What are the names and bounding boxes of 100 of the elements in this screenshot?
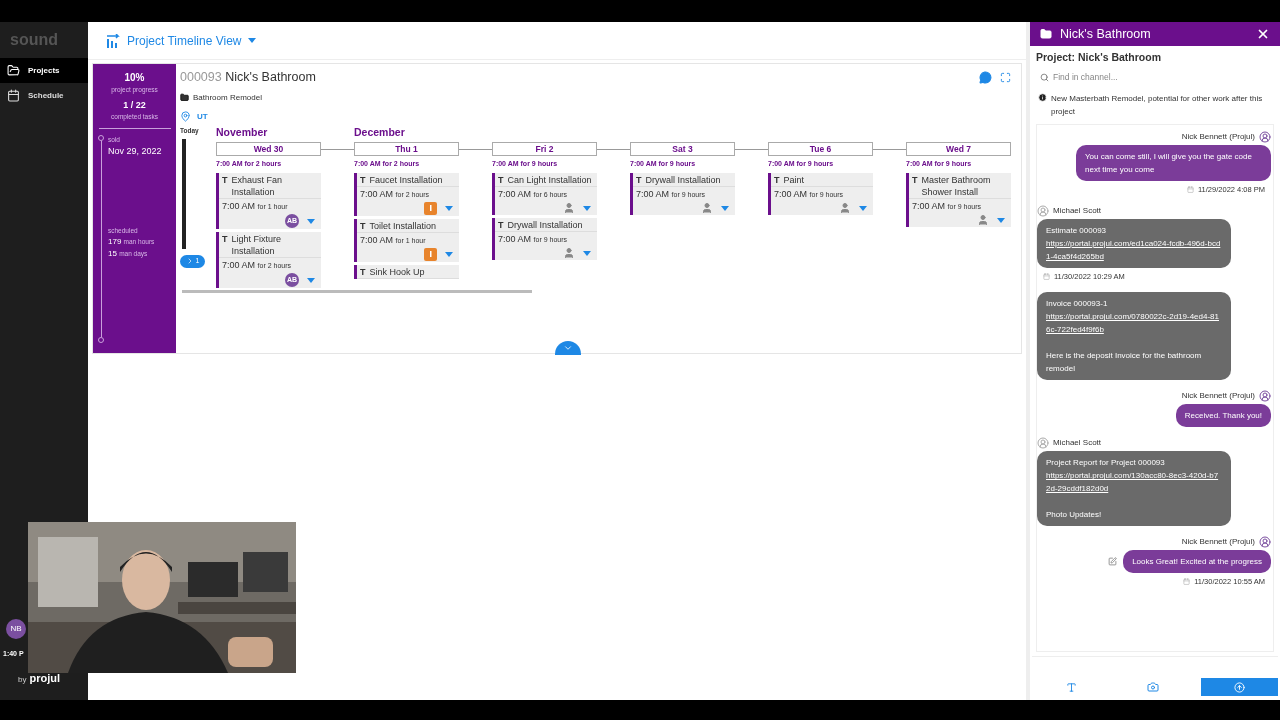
search-icon: [1040, 73, 1049, 83]
brand-logo: projul: [29, 670, 60, 686]
caret-icon[interactable]: [247, 38, 256, 43]
task-title: Drywall Installation: [507, 219, 583, 232]
message-link[interactable]: https://portal.projul.com/ed1ca024-fcdb-496d-bcd1-4ca5f4d265bd: [1046, 237, 1222, 263]
chevron-down-icon: [563, 343, 573, 353]
task-type-glyph: T: [636, 174, 642, 187]
day-header: Tue 6: [768, 141, 873, 156]
calendar-icon: [1187, 185, 1194, 193]
message-text: You can come still, I will give you the gate code next time you come: [1085, 150, 1253, 176]
month-label: November: [216, 125, 268, 139]
person-icon: [839, 202, 851, 215]
warning-badge-icon: [424, 202, 437, 216]
avatar-icon: [1259, 536, 1271, 549]
caret-icon[interactable]: [445, 206, 453, 212]
folder-icon: [1040, 28, 1052, 40]
footer-by: by: [18, 674, 27, 686]
folder-icon: [7, 64, 20, 77]
message-text: Received. Thank you!: [1184, 410, 1262, 423]
camera-icon[interactable]: [1147, 681, 1159, 693]
author-name: Nick Bennett (Projul): [1181, 130, 1255, 143]
task-title: Faucet Installation: [369, 174, 443, 187]
timeline-icon: [106, 33, 121, 48]
avatar-icon: [1037, 437, 1049, 450]
author-name: Michael Scott: [1053, 205, 1102, 217]
day-header: Thu 1: [354, 141, 459, 156]
caret-icon[interactable]: [307, 277, 315, 283]
location: UT: [197, 110, 208, 123]
location-pin-icon: [180, 111, 191, 123]
expand-button[interactable]: [555, 341, 581, 355]
progress-percent: 10%: [124, 71, 145, 85]
author-name: Nick Bennett (Projul): [1181, 390, 1255, 403]
task-title: Drywall Installation: [645, 174, 721, 187]
task-type-glyph: T: [360, 266, 366, 279]
task-title: Can Light Installation: [507, 174, 592, 187]
message-text: Photo Updates!: [1046, 509, 1103, 522]
author-name: Michael Scott: [1053, 437, 1102, 450]
info-icon: [1038, 92, 1047, 102]
task-type-glyph: T: [912, 174, 918, 187]
day-header: Sat 3: [630, 141, 735, 156]
message-text: Looks Great! Excited at the progress: [1132, 556, 1262, 569]
day-header: Wed 7: [906, 141, 1011, 156]
calendar-icon: [1043, 273, 1050, 281]
sold-date: Nov 29, 2022: [108, 144, 162, 158]
sidebar-item[interactable]: Schedule: [0, 83, 88, 108]
message-link[interactable]: https://portal.projul.com/130acc80-8ec3-420d-b72d-29cddf182d0d: [1046, 469, 1222, 496]
warning-badge-icon: [424, 248, 437, 262]
fullscreen-icon[interactable]: [1000, 71, 1011, 83]
pinned-note: New Masterbath Remodel, potential for other work after this project: [1051, 92, 1264, 118]
send-button[interactable]: [1201, 678, 1278, 696]
task-title: Light Fixture Installation: [231, 233, 283, 258]
avatar-icon: [1037, 205, 1049, 217]
text-format-icon[interactable]: [1066, 681, 1077, 693]
task-card[interactable]: T Sink Hook Up: [354, 265, 459, 280]
task-type-glyph: T: [498, 174, 504, 187]
project-type: Bathroom Remodel: [193, 91, 262, 104]
user-avatar[interactable]: NB: [6, 619, 26, 639]
day-header: Fri 2: [492, 141, 597, 156]
calendar-icon: [7, 89, 20, 102]
message-text: Invoice 000093-1: [1046, 298, 1109, 311]
caret-icon[interactable]: [859, 205, 867, 211]
avatar-icon: [1259, 390, 1271, 403]
project-heading: Project: Nick's Bathroom: [1035, 50, 1163, 65]
caret-icon[interactable]: [307, 218, 315, 224]
view-title[interactable]: Project Timeline View: [127, 31, 242, 50]
caret-icon[interactable]: [583, 205, 591, 211]
caret-icon[interactable]: [721, 205, 729, 211]
task-title: Paint: [783, 174, 804, 187]
caret-icon[interactable]: [583, 250, 591, 256]
chat-icon[interactable]: [979, 70, 992, 84]
chat-title: Nick's Bathroom: [1060, 25, 1152, 43]
day-header: Wed 30: [216, 141, 321, 156]
sidebar-item[interactable]: Projects: [0, 58, 88, 83]
message-link[interactable]: https://portal.projul.com/0780022c-2d19-4ed4-816c-722fed4f9f6b: [1046, 310, 1222, 337]
task-type-glyph: T: [360, 174, 366, 187]
task-type-glyph: T: [222, 233, 228, 246]
task-type-glyph: T: [360, 220, 366, 233]
avatar-icon: [1259, 130, 1271, 143]
task-title: Sink Hook Up: [369, 266, 425, 279]
horizontal-scrollbar[interactable]: [182, 289, 532, 293]
edit-icon[interactable]: [1108, 557, 1118, 567]
folder-icon: [180, 93, 189, 103]
message-text: Project Report for Project 000093: [1046, 457, 1166, 470]
month-label: December: [354, 125, 405, 139]
upload-icon: [1234, 681, 1245, 693]
caret-icon[interactable]: [445, 252, 453, 258]
author-name: Nick Bennett (Projul): [1181, 536, 1255, 549]
task-type-glyph: T: [774, 174, 780, 187]
caret-icon[interactable]: [997, 217, 1005, 223]
message-text: Estimate 000093: [1046, 225, 1108, 237]
search-field[interactable]: Find in channel...: [1053, 71, 1270, 85]
calendar-icon: [1183, 578, 1191, 586]
person-icon: [563, 247, 575, 260]
person-icon: [701, 202, 713, 215]
message-text: Here is the deposit Invoice for the bathroom remodel: [1046, 350, 1203, 376]
person-icon: [563, 202, 575, 215]
project-title: 000093 Nick's Bathroom: [180, 69, 316, 86]
close-icon[interactable]: [1256, 27, 1270, 41]
task-type-glyph: T: [222, 174, 228, 187]
task-title: Toilet Installation: [369, 220, 437, 233]
